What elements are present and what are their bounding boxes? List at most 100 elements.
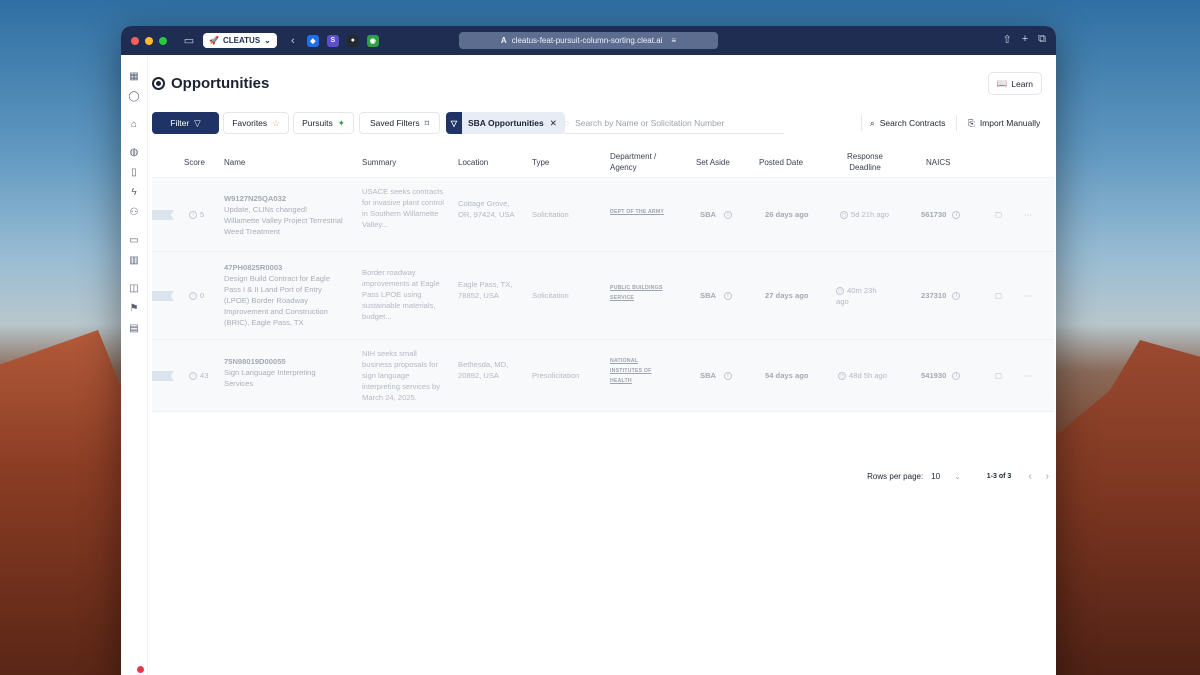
- header-location[interactable]: Location: [458, 148, 488, 178]
- score-tag-icon: [152, 371, 174, 381]
- more-actions-icon[interactable]: ⋯: [1024, 290, 1032, 301]
- header-posted-date[interactable]: Posted Date: [759, 148, 803, 178]
- score-value: 43: [200, 371, 209, 380]
- copy-icon[interactable]: ▢: [995, 370, 1002, 381]
- remove-chip-icon[interactable]: ✕: [550, 118, 557, 129]
- name-cell[interactable]: 47PH0825R0003 Design Build Contract for …: [224, 262, 346, 328]
- header-set-aside[interactable]: Set Aside: [696, 148, 730, 178]
- table-row[interactable]: i 43 75N98019D00055 Sign Language Interpr…: [152, 340, 1054, 412]
- filter-toolbar: Filter ▽ Favorites ☆ Pursuits ✦ Saved Fi…: [152, 112, 1052, 134]
- type-cell: Solicitation: [532, 291, 569, 300]
- header-score[interactable]: Score: [184, 148, 205, 178]
- solicitation-number: W9127N25QA032: [224, 194, 287, 203]
- calendar-icon[interactable]: ▤: [126, 319, 142, 339]
- copy-icon[interactable]: ▢: [995, 290, 1002, 301]
- set-aside-cell: SBA i: [700, 290, 735, 301]
- tab-group-selector[interactable]: 🚀 CLEATUS ⌄: [203, 33, 277, 48]
- address-bar-url: cleatus-feat-pursuit-column-sorting.clea…: [511, 36, 663, 45]
- naics-value: 541930: [921, 371, 947, 380]
- import-file-icon: ⎘: [968, 117, 975, 128]
- score-value: 0: [200, 291, 205, 300]
- users-icon[interactable]: ⚇: [126, 203, 142, 223]
- table-row[interactable]: i5 W9127N25QA032 Update, CLINs changed! …: [152, 178, 1054, 252]
- header-type[interactable]: Type: [532, 148, 549, 178]
- filter-button[interactable]: Filter ▽: [152, 112, 219, 134]
- book-icon[interactable]: ◫: [126, 279, 142, 299]
- score-cell: i 43: [189, 370, 208, 381]
- maximize-window-button[interactable]: [159, 36, 167, 45]
- pursuits-label: Pursuits: [302, 118, 333, 128]
- name-cell[interactable]: 75N98019D00055 Sign Language Interpretin…: [224, 356, 344, 389]
- search-input[interactable]: ◌ Search by Name or Solicitation Number: [564, 112, 784, 134]
- bookmark-icon: ⌑: [424, 117, 429, 128]
- header-deadline-line1: Response: [846, 152, 884, 162]
- header-department[interactable]: Department / Agency: [610, 148, 656, 178]
- previous-page-icon[interactable]: ‹: [1028, 471, 1031, 482]
- deadline-value: 5d 21h ago: [851, 210, 890, 219]
- document-icon[interactable]: ▯: [126, 163, 142, 183]
- sba-opportunities-chip[interactable]: ▽ SBA Opportunities ✕: [446, 112, 565, 134]
- building-icon[interactable]: ▥: [126, 251, 142, 271]
- more-actions-icon[interactable]: ⋯: [1024, 209, 1032, 220]
- saved-filters-button[interactable]: Saved Filters ⌑: [359, 112, 440, 134]
- agency-link[interactable]: DEPT OF THE ARMY: [610, 208, 682, 218]
- sidebar-toggle-icon[interactable]: ▭: [183, 34, 195, 47]
- rocket-icon: 🚀: [209, 36, 219, 45]
- summary-cell: USACE seeks contracts for invasive plant…: [362, 187, 444, 229]
- github-extension-icon[interactable]: ●: [346, 34, 359, 47]
- reader-icon[interactable]: ≡: [671, 36, 676, 45]
- type-cell: Solicitation: [532, 210, 569, 219]
- learn-button[interactable]: 📖 Learn: [987, 72, 1042, 95]
- chevron-down-icon[interactable]: ⌄: [954, 472, 961, 481]
- s-extension-icon[interactable]: S: [326, 34, 339, 47]
- minimize-window-button[interactable]: [145, 36, 153, 45]
- saved-filters-label: Saved Filters: [370, 118, 420, 128]
- score-tag-icon: [152, 210, 174, 220]
- naics-cell: 237310 i: [921, 290, 963, 301]
- green-extension-icon[interactable]: ◉: [366, 34, 379, 47]
- import-manually-button[interactable]: ⎘ Import Manually: [962, 112, 1046, 134]
- globe-icon[interactable]: ◍: [126, 143, 142, 163]
- set-aside-value: SBA: [700, 210, 716, 219]
- learn-label: Learn: [1011, 78, 1033, 89]
- close-window-button[interactable]: [131, 36, 139, 45]
- posted-date-cell: 27 days ago: [765, 291, 809, 300]
- name-cell[interactable]: W9127N25QA032 Update, CLINs changed! Wil…: [224, 193, 344, 237]
- flag-icon[interactable]: ⚑: [126, 299, 142, 319]
- agency-link[interactable]: NATIONAL INSTITUTES OF HEALTH: [610, 357, 665, 387]
- header-name[interactable]: Name: [224, 148, 245, 178]
- lightning-icon[interactable]: ϟ: [126, 183, 142, 203]
- address-bar[interactable]: A cleatus-feat-pursuit-column-sorting.cl…: [459, 32, 718, 49]
- new-tab-icon[interactable]: +: [1022, 33, 1028, 46]
- header-response-deadline[interactable]: Response Deadline: [840, 148, 890, 178]
- agency-link[interactable]: PUBLIC BUILDINGS SERVICE: [610, 284, 672, 304]
- set-aside-cell: SBA i: [700, 209, 735, 220]
- more-actions-icon[interactable]: ⋯: [1024, 370, 1032, 381]
- favorites-button[interactable]: Favorites ☆: [223, 112, 289, 134]
- copy-icon[interactable]: ▢: [995, 209, 1002, 220]
- search-contracts-button[interactable]: ⌕ Search Contracts: [864, 112, 951, 134]
- sparkle-icon: ✦: [337, 117, 345, 128]
- user-icon[interactable]: ◯: [126, 87, 142, 107]
- share-icon[interactable]: ⇧: [1002, 33, 1011, 46]
- tab-overview-icon[interactable]: ⧉: [1038, 33, 1046, 46]
- header-naics[interactable]: NAICS: [926, 148, 950, 178]
- layout-icon[interactable]: ▦: [126, 67, 142, 87]
- briefcase-icon[interactable]: ▭: [126, 231, 142, 251]
- info-icon: i: [189, 372, 197, 380]
- naics-value: 561730: [921, 210, 947, 219]
- app-sidebar: ▦ ◯ ⌂ ◍ ▯ ϟ ⚇ ▭ ▥ ◫ ⚑ ▤: [121, 55, 148, 675]
- set-aside-cell: SBA i: [700, 370, 735, 381]
- pursuits-button[interactable]: Pursuits ✦: [293, 112, 354, 134]
- set-aside-value: SBA: [700, 291, 716, 300]
- rows-per-page-select[interactable]: 10: [931, 472, 940, 481]
- table-row[interactable]: i0 47PH0825R0003 Design Build Contract f…: [152, 252, 1054, 340]
- next-page-icon[interactable]: ›: [1046, 471, 1049, 482]
- header-deadline-line2: Deadline: [849, 163, 881, 172]
- home-icon[interactable]: ⌂: [126, 115, 142, 135]
- shield-extension-icon[interactable]: ◆: [306, 34, 319, 47]
- header-summary[interactable]: Summary: [362, 148, 396, 178]
- browser-titlebar: ▭ 🚀 CLEATUS ⌄ ‹ ◆ S ● ◉ A cleatus-feat-p…: [121, 26, 1056, 55]
- back-arrow-icon[interactable]: ‹: [287, 35, 299, 47]
- opportunity-name: Sign Language Interpreting Services: [224, 368, 316, 388]
